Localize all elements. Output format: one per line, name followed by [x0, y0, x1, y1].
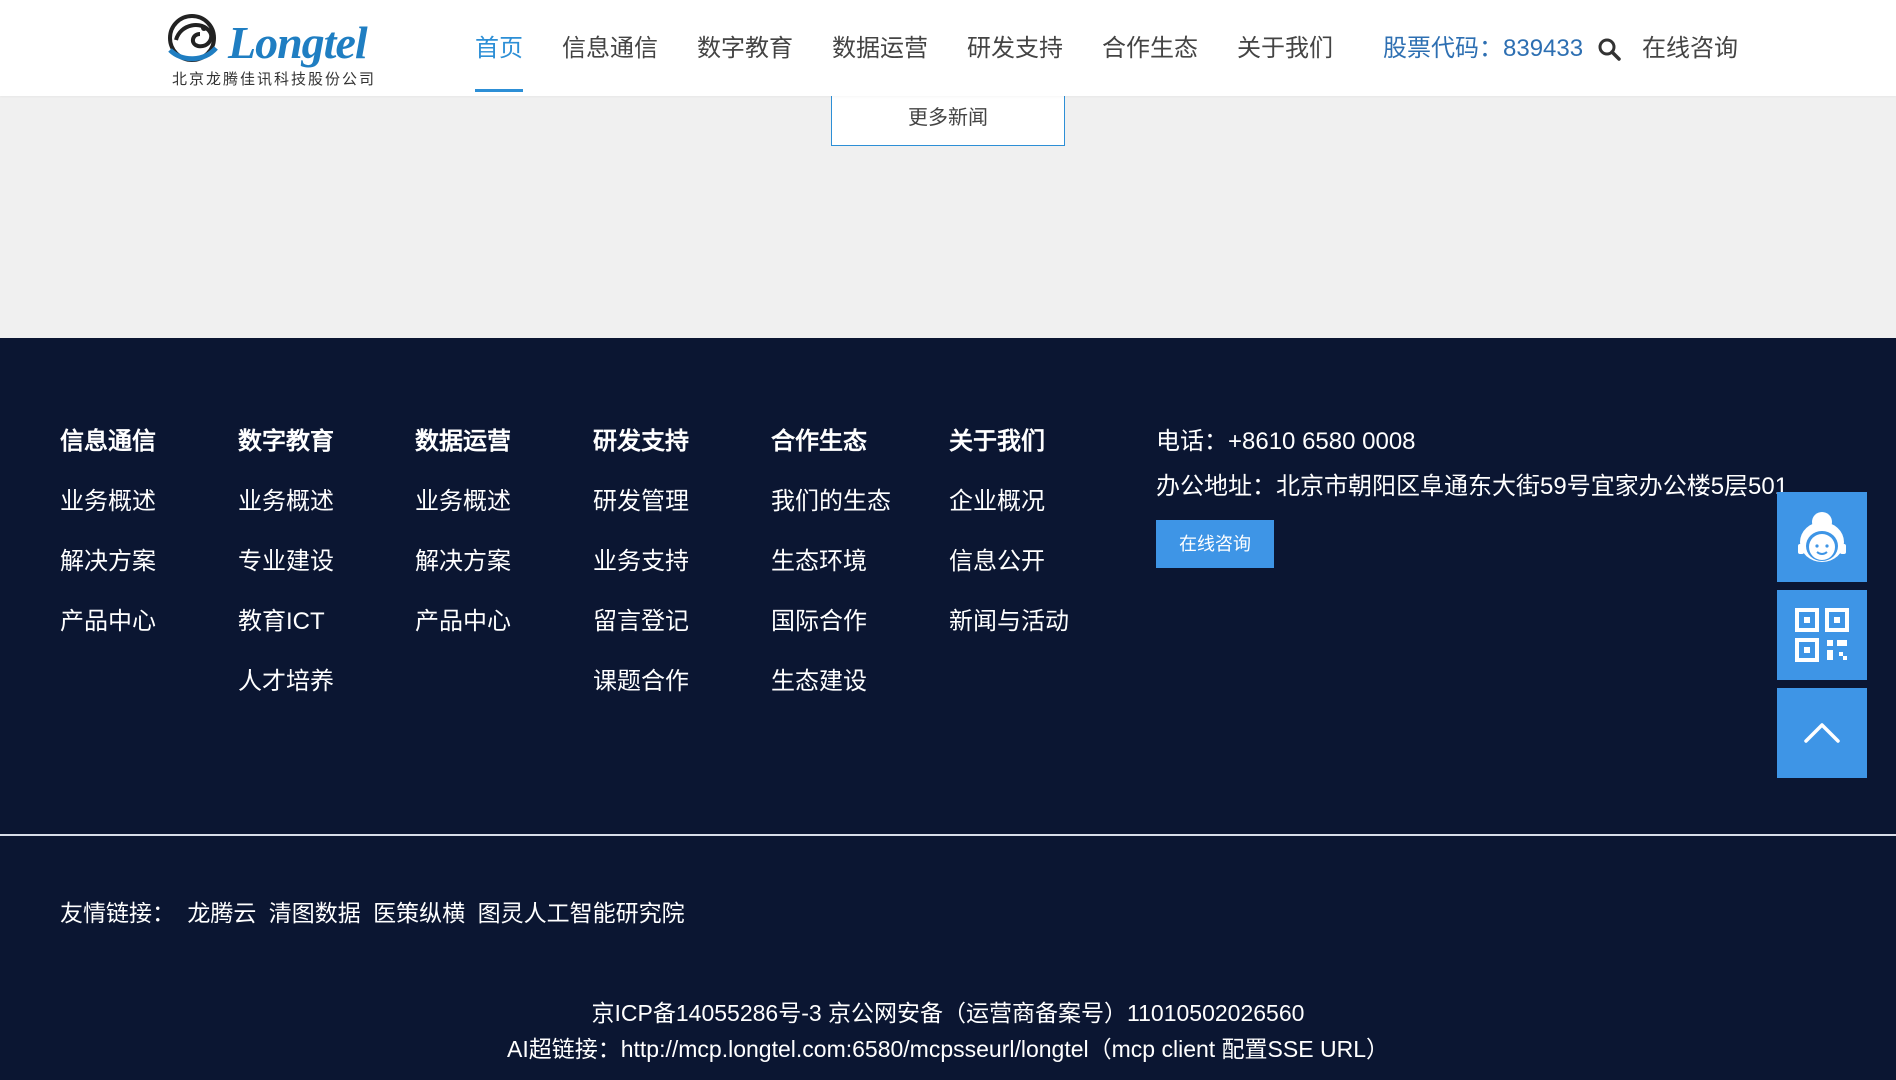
footer-link[interactable]: 生态建设 — [771, 662, 891, 702]
nav-item-about[interactable]: 关于我们 — [1237, 0, 1333, 96]
icp-record[interactable]: 京ICP备14055286号-3 京公网安备（运营商备案号）1101050202… — [0, 994, 1896, 1028]
footer-col-about: 关于我们 企业概况 信息公开 新闻与活动 — [949, 422, 1069, 642]
footer-link[interactable]: 业务概述 — [415, 482, 511, 522]
dragon-logo-icon — [168, 14, 218, 62]
footer-col-title[interactable]: 数字教育 — [238, 422, 334, 462]
nav-item-education[interactable]: 数字教育 — [697, 0, 793, 96]
footer-link[interactable]: 新闻与活动 — [949, 602, 1069, 642]
footer-col-communication: 信息通信 业务概述 解决方案 产品中心 — [60, 422, 156, 642]
footer-col-title[interactable]: 研发支持 — [593, 422, 689, 462]
stock-code: 股票代码：839433 — [1383, 35, 1584, 62]
nav-item-data-ops[interactable]: 数据运营 — [832, 0, 928, 96]
footer-link[interactable]: 解决方案 — [60, 542, 156, 582]
office-address: 办公地址：北京市朝阳区阜通东大街59号宜家办公楼5层501 — [1156, 473, 1789, 500]
customer-service-button[interactable] — [1777, 492, 1867, 582]
footer-link[interactable]: 留言登记 — [593, 602, 689, 642]
footer-link[interactable]: 专业建设 — [238, 542, 334, 582]
footer-link[interactable]: 业务支持 — [593, 542, 689, 582]
footer-col-title[interactable]: 合作生态 — [771, 422, 891, 462]
footer-link[interactable]: 企业概况 — [949, 482, 1069, 522]
logo-company-name: 北京龙腾佳讯科技股份公司 — [172, 71, 377, 88]
footer-link[interactable]: 人才培养 — [238, 662, 334, 702]
friend-link[interactable]: 医策纵横 — [373, 900, 465, 926]
footer-link[interactable]: 产品中心 — [60, 602, 156, 642]
site-footer: 信息通信 业务概述 解决方案 产品中心 数字教育 业务概述 专业建设 教育ICT… — [0, 338, 1896, 1080]
online-consult-link[interactable]: 在线咨询 — [1642, 0, 1738, 98]
friend-link[interactable]: 图灵人工智能研究院 — [478, 900, 685, 926]
footer-divider — [0, 834, 1896, 836]
main-nav: 首页 信息通信 数字教育 数据运营 研发支持 合作生态 关于我们 — [475, 0, 1372, 96]
footer-link[interactable]: 我们的生态 — [771, 482, 891, 522]
footer-link[interactable]: 业务概述 — [60, 482, 156, 522]
nav-item-home[interactable]: 首页 — [475, 0, 523, 96]
nav-item-ecosystem[interactable]: 合作生态 — [1102, 0, 1198, 96]
footer-link[interactable]: 教育ICT — [238, 602, 334, 642]
footer-link[interactable]: 生态环境 — [771, 542, 891, 582]
back-to-top-button[interactable] — [1777, 688, 1867, 778]
mcp-link[interactable]: AI超链接：http://mcp.longtel.com:6580/mcpsse… — [0, 1030, 1896, 1064]
logo-wordmark: Longtel — [228, 17, 368, 68]
qr-code-button[interactable] — [1777, 590, 1867, 680]
footer-link[interactable]: 解决方案 — [415, 542, 511, 582]
contact-info: 电话：+8610 6580 0008 办公地址：北京市朝阳区阜通东大街59号宜家… — [1156, 422, 1788, 568]
footer-col-data-ops: 数据运营 业务概述 解决方案 产品中心 — [415, 422, 511, 642]
footer-col-education: 数字教育 业务概述 专业建设 教育ICT 人才培养 — [238, 422, 334, 702]
site-header: Longtel 北京龙腾佳讯科技股份公司 首页 信息通信 数字教育 数据运营 研… — [0, 0, 1896, 96]
footer-col-title[interactable]: 关于我们 — [949, 422, 1069, 462]
footer-col-title[interactable]: 信息通信 — [60, 422, 156, 462]
search-icon[interactable] — [1596, 36, 1622, 62]
footer-link[interactable]: 业务概述 — [238, 482, 334, 522]
qr-code-icon — [1795, 608, 1849, 662]
customer-service-icon — [1798, 512, 1846, 562]
more-news-button[interactable]: 更多新闻 — [831, 96, 1065, 146]
online-consult-button[interactable]: 在线咨询 — [1156, 520, 1274, 568]
friend-link[interactable]: 龙腾云 — [187, 900, 256, 926]
footer-link[interactable]: 研发管理 — [593, 482, 689, 522]
footer-col-rd-support: 研发支持 研发管理 业务支持 留言登记 课题合作 — [593, 422, 689, 702]
nav-item-communication[interactable]: 信息通信 — [562, 0, 658, 96]
arrow-up-icon — [1804, 723, 1840, 743]
friend-link[interactable]: 清图数据 — [269, 900, 361, 926]
friend-links: 友情链接： 龙腾云 清图数据 医策纵横 图灵人工智能研究院 — [60, 894, 691, 928]
friend-links-label: 友情链接： — [60, 900, 175, 926]
phone-number: 电话：+8610 6580 0008 — [1156, 428, 1416, 455]
footer-link[interactable]: 信息公开 — [949, 542, 1069, 582]
footer-link[interactable]: 产品中心 — [415, 602, 511, 642]
footer-link[interactable]: 国际合作 — [771, 602, 891, 642]
footer-col-ecosystem: 合作生态 我们的生态 生态环境 国际合作 生态建设 — [771, 422, 891, 702]
logo[interactable]: Longtel 北京龙腾佳讯科技股份公司 — [162, 10, 392, 88]
nav-item-rd-support[interactable]: 研发支持 — [967, 0, 1063, 96]
footer-link[interactable]: 课题合作 — [593, 662, 689, 702]
footer-col-title[interactable]: 数据运营 — [415, 422, 511, 462]
